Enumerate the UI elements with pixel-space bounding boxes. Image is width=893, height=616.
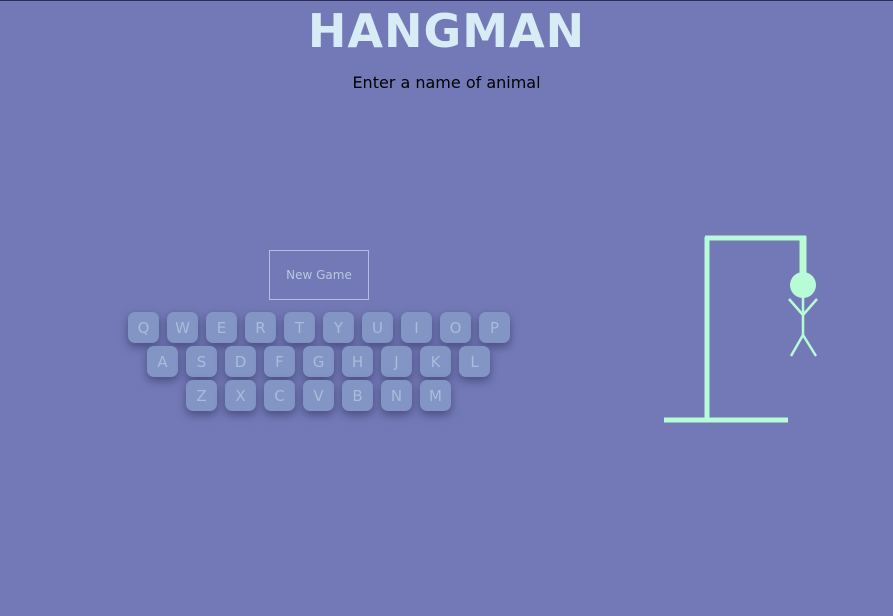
hangman-left-arm <box>788 298 804 316</box>
key-q[interactable]: Q <box>128 312 159 343</box>
key-t[interactable]: T <box>284 312 315 343</box>
key-s[interactable]: S <box>186 346 217 377</box>
keyboard-row-1: Q W E R T Y U I O P <box>128 312 518 344</box>
key-y[interactable]: Y <box>323 312 354 343</box>
key-w[interactable]: W <box>167 312 198 343</box>
key-a[interactable]: A <box>147 346 178 377</box>
key-r[interactable]: R <box>245 312 276 343</box>
hangman-head <box>790 272 816 298</box>
key-f[interactable]: F <box>264 346 295 377</box>
key-u[interactable]: U <box>362 312 393 343</box>
key-g[interactable]: G <box>303 346 334 377</box>
key-z[interactable]: Z <box>186 380 217 411</box>
key-e[interactable]: E <box>206 312 237 343</box>
key-m[interactable]: M <box>420 380 451 411</box>
key-c[interactable]: C <box>264 380 295 411</box>
key-o[interactable]: O <box>440 312 471 343</box>
key-h[interactable]: H <box>342 346 373 377</box>
new-game-button[interactable]: New Game <box>269 250 369 300</box>
key-p[interactable]: P <box>479 312 510 343</box>
key-i[interactable]: I <box>401 312 432 343</box>
key-l[interactable]: L <box>459 346 490 377</box>
key-k[interactable]: K <box>420 346 451 377</box>
key-d[interactable]: D <box>225 346 256 377</box>
key-b[interactable]: B <box>342 380 373 411</box>
key-n[interactable]: N <box>381 380 412 411</box>
hangman-drawing <box>664 235 818 423</box>
hangman-right-arm <box>802 298 818 316</box>
keyboard-row-3: Z X C V B N M <box>186 380 459 412</box>
hangman-right-leg <box>801 334 818 357</box>
key-v[interactable]: V <box>303 380 334 411</box>
keyboard-row-2: A S D F G H J K L <box>147 346 498 378</box>
game-title: HANGMAN <box>307 4 586 58</box>
key-j[interactable]: J <box>381 346 412 377</box>
hangman-left-leg <box>789 334 805 357</box>
word-prompt: Enter a name of animal <box>352 73 541 92</box>
key-x[interactable]: X <box>225 380 256 411</box>
